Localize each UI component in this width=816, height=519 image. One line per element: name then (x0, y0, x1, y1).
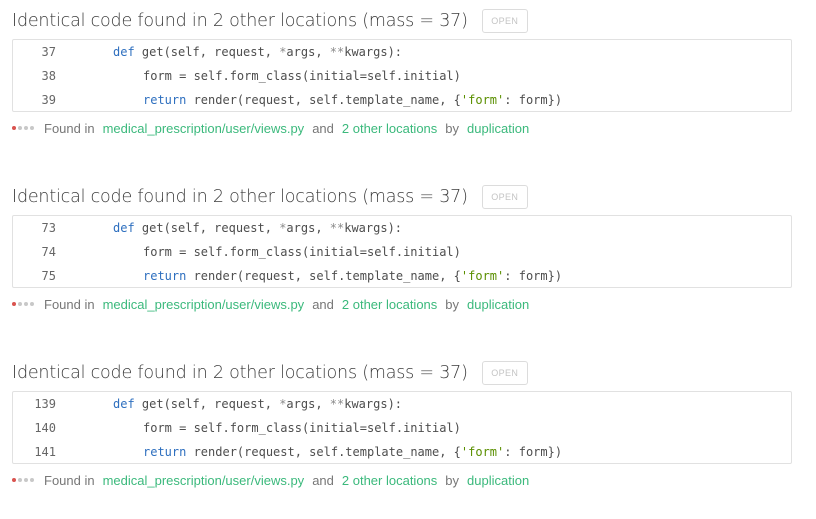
open-button[interactable]: OPEN (481, 185, 528, 209)
code-fragment: kwargs): (344, 45, 403, 59)
issue-title: Identical code found in 2 other location… (12, 11, 468, 31)
issue-footer: Found in medical_prescription/user/views… (12, 119, 529, 137)
code-snippet: 139 def get(self, request, *args, **kwar… (12, 391, 792, 464)
code-line: 139 def get(self, request, *args, **kwar… (13, 392, 791, 416)
operator: ** (329, 221, 345, 235)
found-in-label: Found in (44, 296, 95, 312)
line-number: 140 (34, 421, 56, 435)
file-path-link[interactable]: medical_prescription/user/views.py (103, 473, 305, 488)
other-locations-link[interactable]: 2 other locations (342, 473, 437, 488)
line-number: 139 (34, 397, 56, 411)
code-fragment: get(self, request, (134, 45, 280, 59)
code-text: def get(self, request, *args, **kwargs): (113, 45, 402, 59)
severity-dots-icon (12, 478, 36, 482)
code-snippet: 37 def get(self, request, *args, **kwarg… (12, 39, 792, 112)
issue-header: Identical code found in 2 other location… (12, 182, 528, 212)
keyword: return (143, 269, 187, 283)
code-line: 38 form = self.form_class(initial=self.i… (13, 64, 791, 88)
code-fragment: kwargs): (344, 397, 403, 411)
code-fragment: get(self, request, (134, 397, 280, 411)
code-fragment: get(self, request, (134, 221, 280, 235)
string-literal: 'form' (460, 445, 505, 459)
keyword: return (143, 93, 187, 107)
and-label: and (312, 120, 334, 136)
open-button[interactable]: OPEN (481, 361, 528, 385)
code-text: form = self.form_class(initial=self.init… (143, 421, 461, 435)
engine-link[interactable]: duplication (467, 121, 529, 136)
file-path-link[interactable]: medical_prescription/user/views.py (103, 121, 305, 136)
code-line: 39 return render(request, self.template_… (13, 88, 791, 111)
operator: ** (329, 45, 345, 59)
keyword: def (113, 221, 135, 235)
code-text: form = self.form_class(initial=self.init… (143, 69, 461, 83)
code-fragment: render(request, self.template_name, { (186, 93, 461, 107)
code-text: return render(request, self.template_nam… (143, 93, 562, 107)
found-in-label: Found in (44, 120, 95, 136)
code-fragment: args, (286, 45, 330, 59)
issue-footer: Found in medical_prescription/user/views… (12, 471, 529, 489)
code-fragment: : form}) (504, 445, 563, 459)
engine-link[interactable]: duplication (467, 473, 529, 488)
string-literal: 'form' (460, 93, 505, 107)
line-number: 141 (34, 445, 56, 459)
code-fragment: : form}) (504, 269, 563, 283)
code-fragment: kwargs): (344, 221, 403, 235)
issue-footer: Found in medical_prescription/user/views… (12, 295, 529, 313)
line-number: 74 (41, 245, 56, 259)
code-fragment: render(request, self.template_name, { (186, 269, 461, 283)
code-fragment: args, (286, 221, 330, 235)
other-locations-link[interactable]: 2 other locations (342, 121, 437, 136)
by-label: by (445, 296, 460, 312)
file-path-link[interactable]: medical_prescription/user/views.py (103, 297, 305, 312)
engine-link[interactable]: duplication (467, 297, 529, 312)
keyword: def (113, 397, 135, 411)
code-fragment: render(request, self.template_name, { (186, 445, 461, 459)
line-number: 73 (41, 221, 56, 235)
code-line: 141 return render(request, self.template… (13, 440, 791, 463)
code-text: def get(self, request, *args, **kwargs): (113, 221, 402, 235)
code-line: 74 form = self.form_class(initial=self.i… (13, 240, 791, 264)
code-fragment: : form}) (504, 93, 563, 107)
issue-header: Identical code found in 2 other location… (12, 358, 528, 388)
operator: ** (329, 397, 345, 411)
code-line: 140 form = self.form_class(initial=self.… (13, 416, 791, 440)
severity-dots-icon (12, 302, 36, 306)
keyword: return (143, 445, 187, 459)
issue-title: Identical code found in 2 other location… (12, 187, 468, 207)
code-text: return render(request, self.template_nam… (143, 269, 562, 283)
code-text: return render(request, self.template_nam… (143, 445, 562, 459)
code-fragment: args, (286, 397, 330, 411)
and-label: and (312, 472, 334, 488)
code-text: def get(self, request, *args, **kwargs): (113, 397, 402, 411)
open-button[interactable]: OPEN (481, 9, 528, 33)
found-in-label: Found in (44, 472, 95, 488)
and-label: and (312, 296, 334, 312)
code-text: form = self.form_class(initial=self.init… (143, 245, 461, 259)
issue-title: Identical code found in 2 other location… (12, 363, 468, 383)
severity-dots-icon (12, 126, 36, 130)
by-label: by (445, 472, 460, 488)
keyword: def (113, 45, 135, 59)
by-label: by (445, 120, 460, 136)
line-number: 39 (41, 93, 56, 107)
code-line: 75 return render(request, self.template_… (13, 264, 791, 287)
line-number: 38 (41, 69, 56, 83)
line-number: 37 (41, 45, 56, 59)
code-line: 73 def get(self, request, *args, **kwarg… (13, 216, 791, 240)
other-locations-link[interactable]: 2 other locations (342, 297, 437, 312)
string-literal: 'form' (460, 269, 505, 283)
issue-header: Identical code found in 2 other location… (12, 6, 528, 36)
line-number: 75 (41, 269, 56, 283)
code-snippet: 73 def get(self, request, *args, **kwarg… (12, 215, 792, 288)
code-line: 37 def get(self, request, *args, **kwarg… (13, 40, 791, 64)
